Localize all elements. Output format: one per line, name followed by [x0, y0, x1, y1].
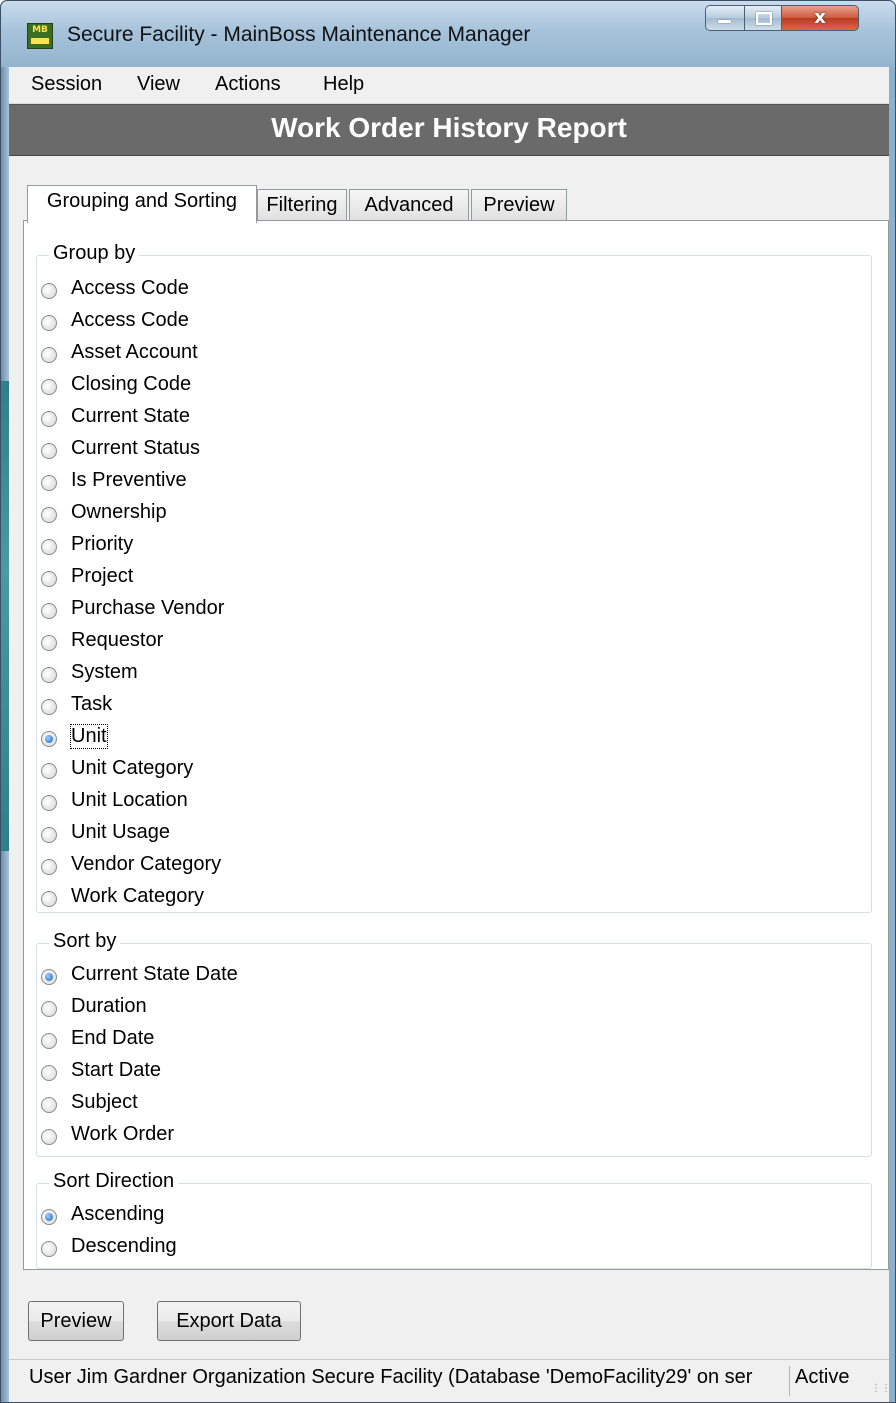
group-by-label: Group by	[49, 242, 140, 265]
radio-label: Project	[71, 565, 134, 587]
radio-unchecked-icon[interactable]	[41, 283, 57, 299]
radio-label: Unit	[70, 724, 108, 749]
maximize-icon	[745, 6, 781, 30]
mainboss-app-icon[interactable]: MB	[27, 23, 53, 49]
radio-unchecked-icon[interactable]	[41, 347, 57, 363]
radio-checked-icon[interactable]	[41, 1209, 57, 1225]
radio-unchecked-icon[interactable]	[41, 315, 57, 331]
radio-label: Unit Category	[71, 757, 194, 779]
radio-label: Subject	[71, 1091, 138, 1113]
radio-label: System	[71, 661, 138, 683]
radio-unchecked-icon[interactable]	[41, 635, 57, 651]
radio-label: End Date	[71, 1027, 155, 1049]
radio-label: Work Category	[71, 885, 205, 907]
export-data-button[interactable]: Export Data	[157, 1301, 301, 1341]
tab-preview[interactable]: Preview	[471, 189, 567, 223]
radio-label: Unit Usage	[71, 821, 170, 843]
group-by-groupbox: Group by Access Code Access Code Asset Acc…	[36, 242, 872, 913]
report-title: Work Order History Report	[271, 112, 627, 143]
menu-actions[interactable]: Actions	[215, 73, 281, 96]
radio-unchecked-icon[interactable]	[41, 379, 57, 395]
radio-unchecked-icon[interactable]	[41, 763, 57, 779]
close-icon: x	[814, 7, 826, 28]
radio-unchecked-icon[interactable]	[41, 891, 57, 907]
minimize-button[interactable]	[705, 5, 745, 31]
radio-label: Start Date	[71, 1059, 162, 1081]
radio-label: Access Code	[71, 277, 189, 299]
title-bar[interactable]: MB Secure Facility - MainBoss Maintenanc…	[1, 1, 895, 67]
maximize-button[interactable]	[744, 5, 782, 31]
menu-bar: Session View Actions Help	[9, 67, 889, 104]
radio-label: Access Code	[71, 309, 189, 331]
radio-label: Descending	[71, 1235, 177, 1257]
radio-label: Purchase Vendor	[71, 597, 225, 619]
radio-checked-icon[interactable]	[41, 969, 57, 985]
radio-unchecked-icon[interactable]	[41, 1129, 57, 1145]
status-bar: User Jim Gardner Organization Secure Fac…	[9, 1359, 891, 1402]
radio-label: Task	[71, 693, 113, 715]
radio-checked-icon[interactable]	[41, 731, 57, 747]
radio-unchecked-icon[interactable]	[41, 1065, 57, 1081]
radio-unchecked-icon[interactable]	[41, 475, 57, 491]
radio-unchecked-icon[interactable]	[41, 1241, 57, 1257]
radio-unchecked-icon[interactable]	[41, 699, 57, 715]
tab-filtering[interactable]: Filtering	[257, 189, 347, 223]
tab-panel-grouping-and-sorting: Group by Access Code Access Code Asset Acc…	[23, 220, 889, 1270]
radio-unchecked-icon[interactable]	[41, 859, 57, 875]
preview-button[interactable]: Preview	[28, 1301, 124, 1341]
radio-unchecked-icon[interactable]	[41, 1097, 57, 1113]
radio-unchecked-icon[interactable]	[41, 603, 57, 619]
radio-unchecked-icon[interactable]	[41, 539, 57, 555]
radio-label: Current State Date	[71, 963, 238, 985]
radio-label: Vendor Category	[71, 853, 222, 875]
sort-direction-label: Sort Direction	[49, 1170, 179, 1193]
radio-label: Is Preventive	[71, 469, 187, 491]
sort-direction-groupbox: Sort Direction Ascending Descending	[36, 1170, 872, 1269]
radio-unchecked-icon[interactable]	[41, 795, 57, 811]
radio-unchecked-icon[interactable]	[41, 667, 57, 683]
sort-by-groupbox: Sort by Current State Date Duration End Da…	[36, 930, 872, 1157]
sort-by-label: Sort by	[49, 930, 121, 953]
radio-unchecked-icon[interactable]	[41, 1001, 57, 1017]
radio-label: Current Status	[71, 437, 200, 459]
client-area: Session View Actions Help Work Order His…	[9, 67, 891, 1402]
status-state: Active	[795, 1366, 850, 1388]
window-title: Secure Facility - MainBoss Maintenance M…	[67, 23, 531, 46]
resize-grip-icon[interactable]: ⋮⋮	[871, 1384, 891, 1399]
radio-label: Work Order	[71, 1123, 174, 1145]
radio-label: Closing Code	[71, 373, 192, 395]
radio-unchecked-icon[interactable]	[41, 1033, 57, 1049]
minimize-icon	[706, 6, 744, 30]
menu-session[interactable]: Session	[31, 73, 102, 96]
radio-label: Requestor	[71, 629, 164, 651]
radio-label: Priority	[71, 533, 134, 555]
radio-unchecked-icon[interactable]	[41, 411, 57, 427]
radio-label: Ascending	[71, 1203, 165, 1225]
radio-unchecked-icon[interactable]	[41, 827, 57, 843]
tab-advanced[interactable]: Advanced	[349, 189, 469, 223]
close-button[interactable]: x	[781, 5, 859, 31]
radio-label: Duration	[71, 995, 147, 1017]
menu-help[interactable]: Help	[323, 73, 364, 96]
menu-view[interactable]: View	[137, 73, 180, 96]
radio-unchecked-icon[interactable]	[41, 443, 57, 459]
window-frame	[1, 1, 9, 1402]
report-header: Work Order History Report	[9, 104, 889, 156]
radio-unchecked-icon[interactable]	[41, 507, 57, 523]
radio-label: Asset Account	[71, 341, 198, 363]
tab-grouping-and-sorting[interactable]: Grouping and Sorting	[27, 185, 257, 223]
radio-unchecked-icon[interactable]	[41, 571, 57, 587]
app-window: MB Secure Facility - MainBoss Maintenanc…	[0, 0, 896, 1403]
status-user-info: User Jim Gardner Organization Secure Fac…	[29, 1366, 790, 1396]
radio-label: Ownership	[71, 501, 167, 523]
radio-label: Unit Location	[71, 789, 188, 811]
radio-label: Current State	[71, 405, 190, 427]
